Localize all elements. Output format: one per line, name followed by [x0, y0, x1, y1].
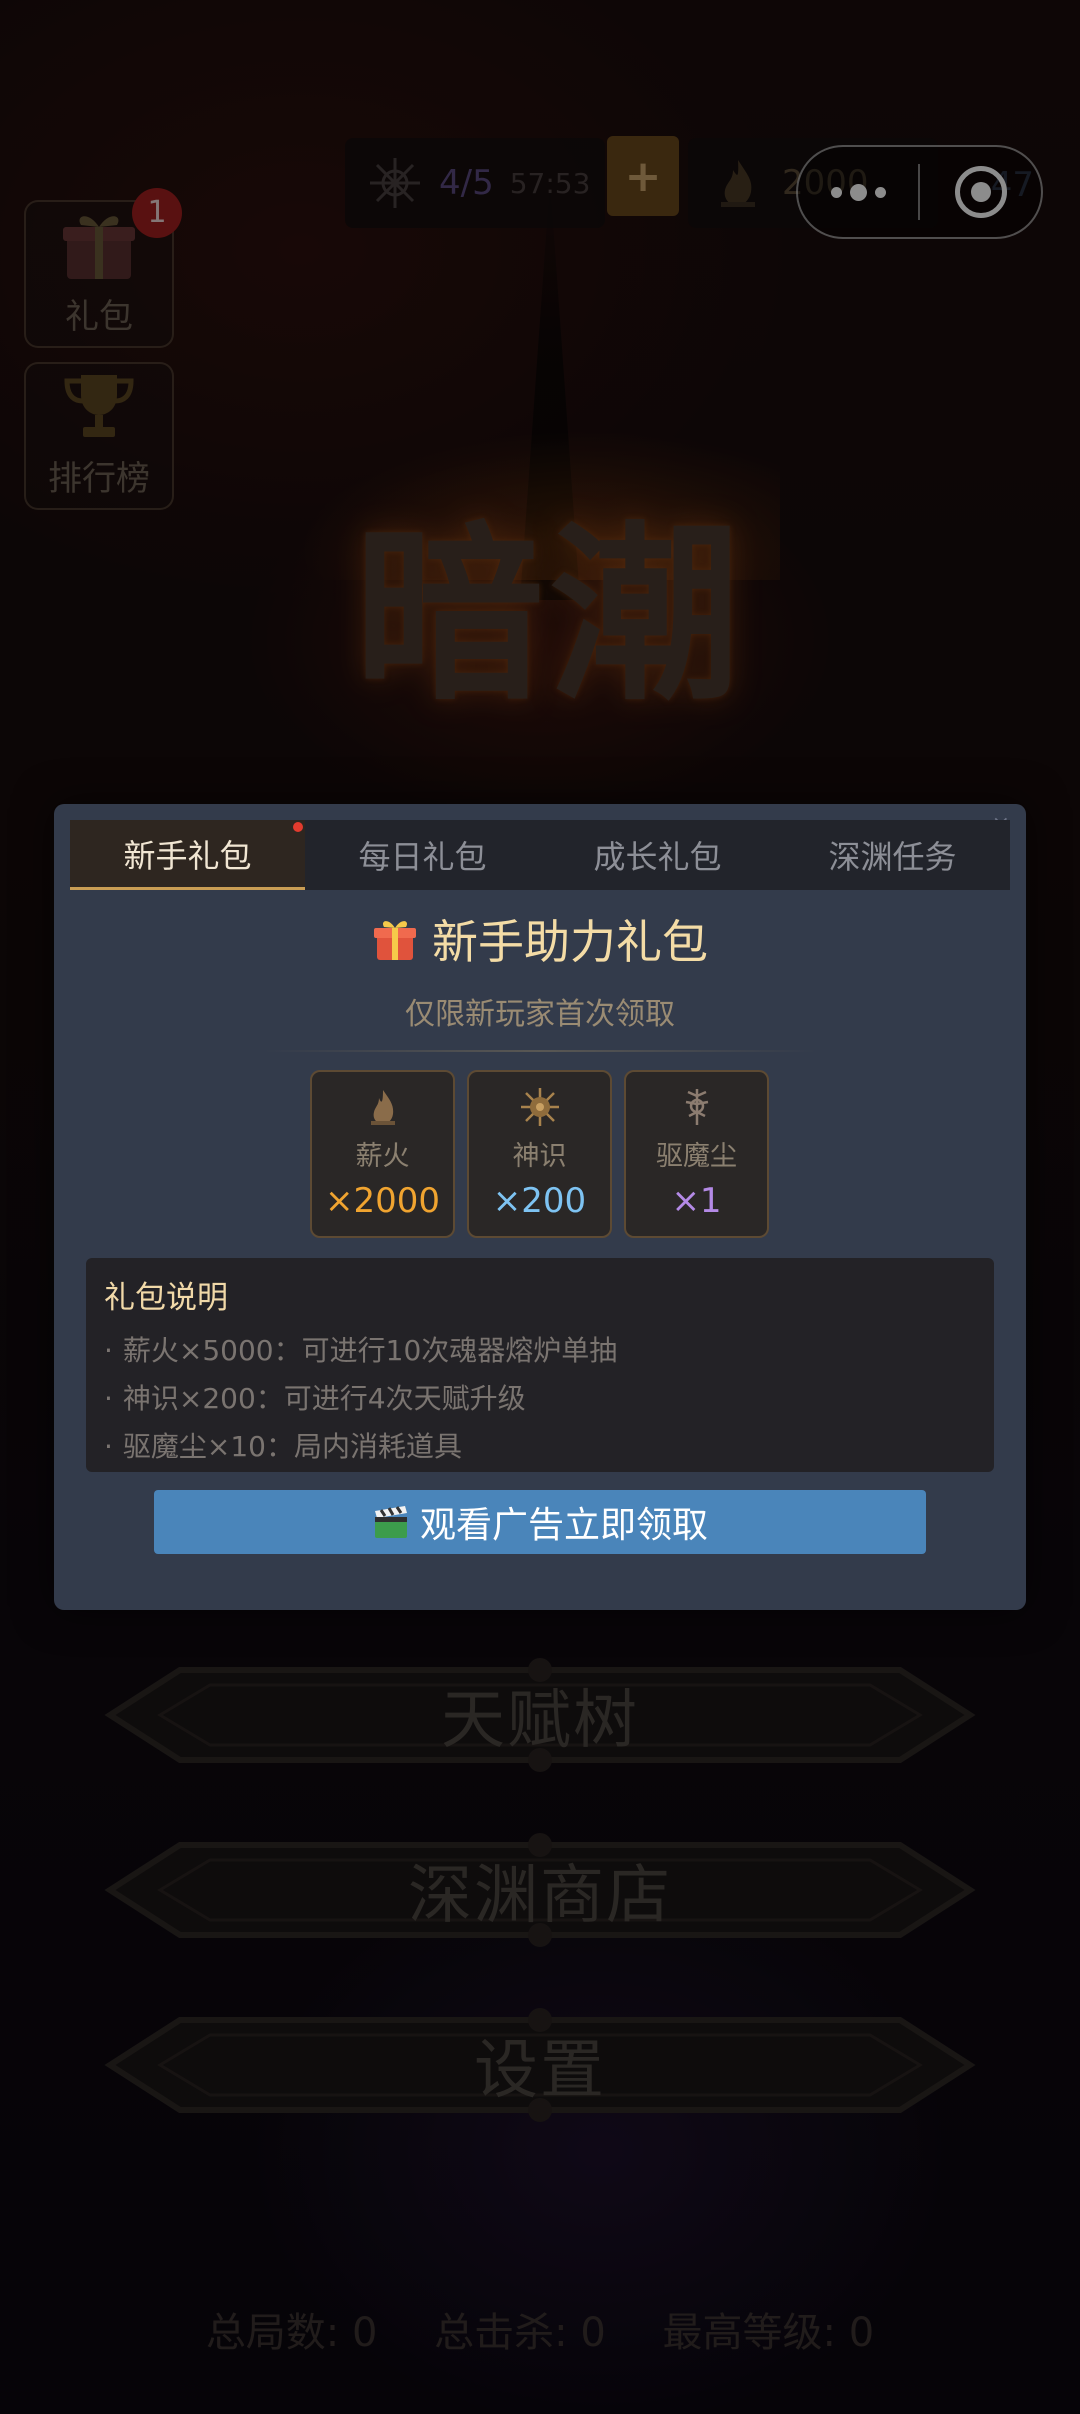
reward-name: 薪火: [355, 1141, 410, 1172]
reward-name: 神识: [512, 1141, 567, 1172]
reward-qty: ×1: [671, 1181, 722, 1221]
divider: [264, 1050, 816, 1052]
tab-abyss-quest[interactable]: 深渊任务: [775, 820, 1010, 890]
sun-sigil-icon: [520, 1088, 559, 1126]
pack-title-text: 新手助力礼包: [432, 915, 708, 969]
tab-label: 每日礼包: [358, 838, 487, 876]
tab-newbie-pack[interactable]: 新手礼包: [70, 820, 305, 890]
reward-item-fire: 薪火 ×2000: [310, 1070, 455, 1238]
gift-tabs: 新手礼包 每日礼包 成长礼包 深渊任务: [70, 820, 1010, 890]
reward-qty: ×200: [492, 1181, 587, 1221]
reward-items: 薪火 ×2000 神识 ×200 驱魔尘 ×1: [310, 1070, 769, 1238]
tab-label: 成长礼包: [593, 838, 722, 876]
thorn-sigil-icon: [685, 1089, 708, 1125]
bullet: ·: [104, 1334, 113, 1367]
description-text: 薪火×5000：可进行10次魂器熔炉单抽: [122, 1334, 618, 1367]
description-text: 驱魔尘×10：局内消耗道具: [122, 1430, 462, 1463]
watch-ad-label: 观看广告立即领取: [419, 1505, 708, 1546]
description-line: · 神识×200：可进行4次天赋升级: [104, 1375, 976, 1423]
reward-qty: ×2000: [324, 1181, 440, 1221]
description-text: 神识×200：可进行4次天赋升级: [122, 1382, 526, 1415]
tab-label: 深渊任务: [828, 838, 957, 876]
pack-description: 礼包说明 · 薪火×5000：可进行10次魂器熔炉单抽 · 神识×200：可进行4次…: [86, 1258, 994, 1472]
description-line: · 驱魔尘×10：局内消耗道具: [104, 1423, 976, 1471]
bullet: ·: [104, 1430, 113, 1463]
tab-notification-dot: [293, 822, 303, 832]
tab-growth-pack[interactable]: 成长礼包: [540, 820, 775, 890]
description-line: · 薪火×5000：可进行10次魂器熔炉单抽: [104, 1327, 976, 1375]
fire-icon: [370, 1090, 395, 1125]
clapperboard-icon: [374, 1506, 407, 1538]
tab-label: 新手礼包: [123, 836, 252, 875]
watch-ad-claim-button[interactable]: 观看广告立即领取: [154, 1490, 926, 1554]
bullet: ·: [104, 1382, 113, 1415]
reward-item-exorcism-dust: 驱魔尘 ×1: [624, 1070, 769, 1238]
gift-icon: [374, 921, 416, 960]
pack-title: 新手助力礼包: [54, 904, 1026, 974]
pack-subtitle: 仅限新玩家首次领取: [405, 997, 675, 1032]
reward-name: 驱魔尘: [656, 1141, 737, 1172]
description-title: 礼包说明: [104, 1280, 228, 1316]
gift-pack-modal: × 新手礼包 每日礼包 成长礼包 深渊任务 新手助力礼包 仅限新玩家首次领取: [54, 804, 1026, 1610]
tab-daily-pack[interactable]: 每日礼包: [305, 820, 540, 890]
reward-item-divine-sense: 神识 ×200: [467, 1070, 612, 1238]
